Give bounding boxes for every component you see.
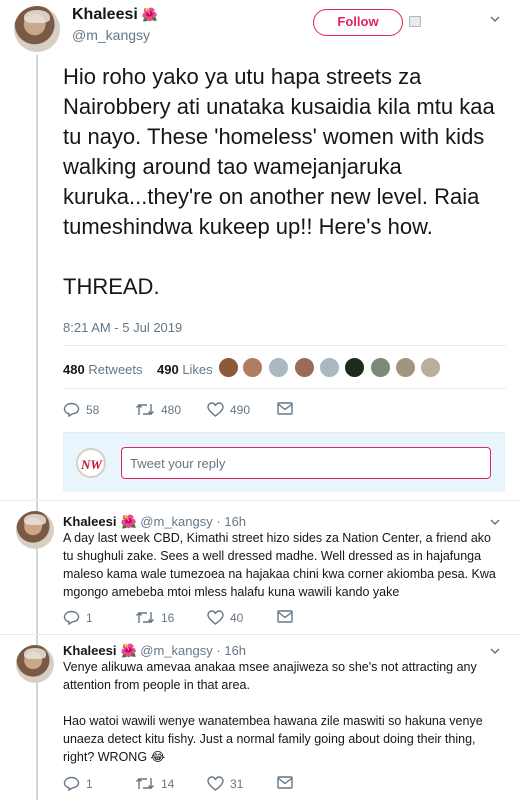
- reply-icon: [63, 610, 80, 625]
- reply-actions: 1 14 31: [63, 776, 363, 794]
- retweet-icon: [136, 778, 154, 789]
- caret-down-icon[interactable]: [490, 646, 500, 656]
- divider: [0, 634, 520, 635]
- caret-down-icon[interactable]: [490, 517, 500, 527]
- tweet-timestamp[interactable]: 8:21 AM - 5 Jul 2019: [63, 320, 182, 335]
- liker-avatar[interactable]: [218, 357, 239, 378]
- liker-avatar[interactable]: [395, 357, 416, 378]
- liker-avatar[interactable]: [242, 357, 263, 378]
- reply-author-name[interactable]: Khaleesi: [63, 643, 116, 658]
- reply-author-name[interactable]: Khaleesi: [63, 514, 116, 529]
- user-avatar-logo[interactable]: NW: [76, 448, 106, 478]
- reply-input[interactable]: Tweet your reply: [121, 447, 491, 479]
- tweet-text: Hio roho yako ya utu hapa streets za Nai…: [63, 64, 495, 299]
- liker-avatar[interactable]: [268, 357, 289, 378]
- flower-emoji-icon: 🌺: [120, 514, 137, 529]
- dm-envelope-icon: [277, 610, 293, 623]
- heart-icon: [207, 402, 224, 417]
- reply-action[interactable]: 58: [63, 402, 99, 417]
- divider: [63, 388, 506, 389]
- reply-author-avatar[interactable]: [16, 645, 54, 683]
- reply-header: Khaleesi 🌺 @m_kangsy · 16h: [63, 643, 247, 658]
- flower-emoji-icon: 🌺: [120, 643, 137, 658]
- liker-avatar[interactable]: [319, 357, 340, 378]
- reply-author-handle[interactable]: @m_kangsy: [140, 643, 212, 658]
- retweet-icon: [136, 612, 154, 623]
- dm-action[interactable]: [277, 402, 293, 415]
- heart-icon: [207, 610, 224, 625]
- heart-icon: [207, 776, 224, 791]
- reply-header: Khaleesi 🌺 @m_kangsy · 16h: [63, 514, 247, 529]
- reply-author-avatar[interactable]: [16, 511, 54, 549]
- retweet-icon: [136, 404, 154, 415]
- retweet-action[interactable]: 16: [135, 610, 174, 625]
- divider: [63, 345, 506, 346]
- like-action[interactable]: 31: [207, 776, 243, 791]
- reply-text: A day last week CBD, Kimathi street hizo…: [63, 531, 500, 599]
- liker-avatar[interactable]: [294, 357, 315, 378]
- author-avatar[interactable]: [14, 6, 60, 52]
- author-handle[interactable]: @m_kangsy: [72, 27, 150, 43]
- reply-actions: 1 16 40: [63, 610, 363, 628]
- reply-icon: [63, 776, 80, 791]
- dm-action[interactable]: [277, 610, 293, 623]
- retweet-action[interactable]: 480: [135, 402, 181, 417]
- notification-box-icon[interactable]: [409, 16, 421, 27]
- divider: [0, 500, 520, 501]
- reply-action[interactable]: 1: [63, 610, 93, 625]
- reply-composer: NW Tweet your reply: [63, 432, 505, 492]
- reply-time[interactable]: 16h: [224, 643, 246, 658]
- follow-button[interactable]: Follow: [313, 9, 403, 36]
- reply-icon: [63, 402, 80, 417]
- like-action[interactable]: 490: [207, 402, 250, 417]
- retweets-stat[interactable]: 480 Retweets: [63, 362, 143, 377]
- dm-envelope-icon: [277, 402, 293, 415]
- retweet-action[interactable]: 14: [135, 776, 174, 791]
- dm-action[interactable]: [277, 776, 293, 789]
- likes-stat[interactable]: 490 Likes: [157, 362, 213, 377]
- liker-avatar[interactable]: [420, 357, 441, 378]
- tweet-actions: 58 480 490: [63, 402, 363, 420]
- flower-emoji-icon: 🌺: [141, 7, 158, 22]
- liker-avatar[interactable]: [370, 357, 391, 378]
- reply-action[interactable]: 1: [63, 776, 93, 791]
- reply-time[interactable]: 16h: [224, 514, 246, 529]
- thread-line: [36, 55, 38, 800]
- reply-text: Venye alikuwa amevaa anakaa msee anajiwe…: [63, 660, 483, 764]
- reply-author-handle[interactable]: @m_kangsy: [140, 514, 212, 529]
- liker-avatar[interactable]: [344, 357, 365, 378]
- engagement-stats: 480 Retweets 490 Likes: [63, 362, 213, 377]
- dm-envelope-icon: [277, 776, 293, 789]
- caret-down-icon[interactable]: [490, 14, 500, 24]
- author-name[interactable]: Khaleesi 🌺: [72, 6, 158, 24]
- like-action[interactable]: 40: [207, 610, 243, 625]
